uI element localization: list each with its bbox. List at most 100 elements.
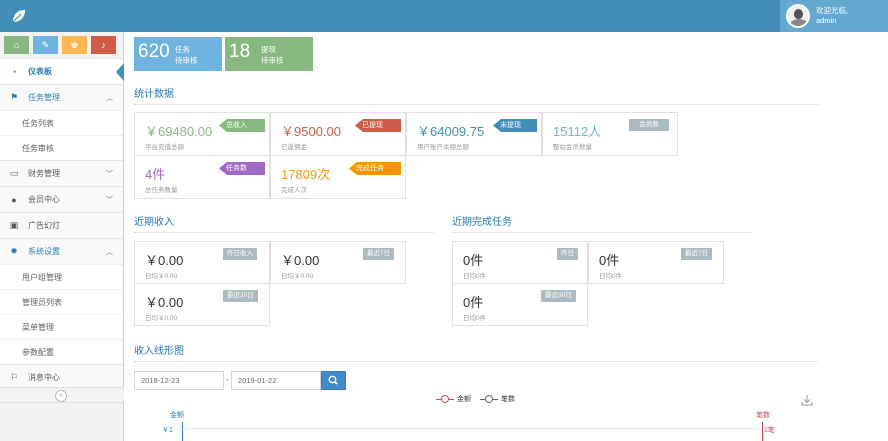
stat-ribbon: 已提现	[355, 119, 401, 132]
sidebar-item-label: 会员中心	[28, 195, 60, 204]
stat-ribbon: 任务数	[219, 162, 265, 175]
stat-value: 15112人	[553, 124, 602, 139]
search-button[interactable]	[321, 371, 346, 390]
sidebar-item-label: 财务管理	[28, 169, 60, 178]
sidebar-subitem-menu-management[interactable]: 菜单管理	[0, 314, 123, 339]
sidebar-item-label: 广告幻灯	[28, 221, 60, 230]
y-axis-right-line	[762, 422, 763, 441]
date-separator: -	[226, 375, 229, 384]
sidebar-subitem-user-groups[interactable]: 用户组管理	[0, 264, 123, 289]
pending-tasks-sublabel: 待审核	[175, 56, 198, 65]
sidebar: ⌂ ✎ ♚ ♪ ◔ 仪表板 ⚑ 任务管理 ︿ 任务列表 任务审核 ▭ 财务管理 …	[0, 32, 124, 441]
sidebar-item-ad-slides[interactable]: ▣ 广告幻灯	[0, 212, 123, 238]
stat-label: 完成人次	[281, 187, 307, 194]
bell-shortcut-button[interactable]: ♪	[91, 36, 116, 54]
sidebar-item-member-center[interactable]: ● 会员中心 ﹀	[0, 186, 123, 212]
avatar	[786, 4, 810, 28]
user-menu[interactable]: 欢迎光临, admin	[780, 0, 888, 32]
chart-legend-count[interactable]: 笔数	[480, 394, 515, 404]
download-icon[interactable]	[801, 394, 813, 406]
tasks-value: 0件	[463, 253, 484, 268]
sidebar-subitem-task-list[interactable]: 任务列表	[0, 110, 123, 135]
sidebar-subitem-parameters[interactable]: 参数配置	[0, 339, 123, 364]
date-from-input[interactable]: 2018-12-23	[134, 371, 224, 390]
dashboard-icon: ◔	[11, 66, 17, 77]
sidebar-subitem-task-review[interactable]: 任务审核	[0, 135, 123, 160]
date-to-input[interactable]: 2019-01-22	[231, 371, 321, 390]
double-chevron-left-icon[interactable]: «	[55, 390, 67, 402]
stat-badge: 会员数	[629, 119, 669, 131]
sidebar-item-label: 系统设置	[28, 247, 60, 256]
edit-shortcut-button[interactable]: ✎	[33, 36, 58, 54]
income-label: 日均￥0.00	[145, 273, 178, 280]
chart-gridline	[182, 428, 762, 429]
stat-ribbon: 完成任务	[349, 162, 401, 175]
tasks-card-yesterday: 0件 日均0件 昨日	[452, 241, 588, 284]
sidebar-item-task-management[interactable]: ⚑ 任务管理 ︿	[0, 84, 123, 110]
income-section-title: 近期收入	[134, 213, 434, 233]
income-value: ￥0.00	[145, 295, 184, 310]
tasks-badge: 最近7日	[681, 248, 713, 260]
stat-card-balance: ￥64009.75 用户账户余额总额 未提现	[406, 112, 542, 156]
home-shortcut-button[interactable]: ⌂	[4, 36, 29, 54]
flag-icon: ⚑	[9, 92, 19, 102]
sidebar-item-label: 参数配置	[22, 347, 54, 357]
sidebar-nav: ◔ 仪表板 ⚑ 任务管理 ︿ 任务列表 任务审核 ▭ 财务管理 ﹀ ● 会员中心…	[0, 58, 124, 390]
pending-withdrawals-sublabel: 待审核	[261, 56, 284, 65]
stat-ribbon: 未提现	[493, 119, 537, 132]
income-card-30days: ￥0.00 日均￥0.00 最近30日	[134, 283, 270, 326]
gear-icon: ✹	[10, 246, 18, 256]
tasks-section-title: 近期完成任务	[452, 213, 752, 233]
stat-value: ￥64009.75	[417, 124, 485, 139]
users-shortcut-button[interactable]: ♚	[62, 36, 87, 54]
stat-card-members: 15112人 整站会员数量 会员数	[542, 112, 678, 156]
pending-withdrawals-box[interactable]: 18 提现 待审核	[225, 37, 313, 71]
stat-card-task-count: 4件 总任务数量 任务数	[134, 155, 270, 199]
leaf-logo-icon[interactable]	[10, 7, 28, 25]
chevron-up-icon: ︿	[106, 249, 113, 256]
chart-section-title: 收入线形图	[134, 342, 818, 362]
y-axis-right-tick: 1笔	[764, 427, 775, 434]
pending-tasks-count: 620	[138, 41, 170, 62]
stat-value: ￥69480.00	[145, 124, 213, 139]
tasks-badge: 昨日	[557, 248, 578, 260]
sidebar-item-label: 消息中心	[28, 373, 60, 382]
bell-icon: ♪	[101, 40, 106, 50]
top-navbar: 欢迎光临, admin	[0, 0, 888, 32]
stats-section-title: 统计数据	[134, 85, 820, 105]
bookmark-icon: ⚐	[9, 372, 19, 382]
stat-value: 17809次	[281, 167, 331, 182]
group-icon: ♚	[70, 39, 79, 50]
chevron-down-icon: ﹀	[106, 197, 113, 204]
sidebar-item-finance[interactable]: ▭ 财务管理 ﹀	[0, 160, 123, 186]
sidebar-item-system-settings[interactable]: ✹ 系统设置 ︿	[0, 238, 123, 264]
username-text: admin	[816, 16, 837, 25]
stat-card-commission: ￥9500.00 已返佣金 已提现	[270, 112, 406, 156]
pending-withdrawals-count: 18	[229, 41, 251, 62]
stat-value: ￥9500.00	[281, 124, 341, 139]
pending-tasks-label: 任务	[175, 45, 190, 54]
legend-label: 笔数	[501, 396, 515, 403]
stat-label: 总任务数量	[145, 187, 178, 194]
desktop-icon: ▭	[9, 168, 19, 178]
sidebar-subitem-admin-list[interactable]: 管理员列表	[0, 289, 123, 314]
sidebar-item-label: 用户组管理	[22, 272, 62, 282]
y-axis-left-line	[182, 422, 183, 441]
tasks-badge: 最近30日	[541, 290, 576, 302]
y-axis-right-label: 笔数	[756, 412, 770, 419]
stat-card-total-income: ￥69480.00 平台充值总额 总收入	[134, 112, 270, 156]
income-card-7days: ￥0.00 日均￥0.00 最近7日	[270, 241, 406, 284]
pending-tasks-box[interactable]: 620 任务 待审核	[134, 37, 222, 71]
tasks-value: 0件	[599, 253, 620, 268]
legend-label: 金额	[457, 396, 471, 403]
income-badge: 最近7日	[363, 248, 395, 260]
pending-withdrawals-label: 提现	[261, 45, 276, 54]
income-value: ￥0.00	[145, 253, 184, 268]
sidebar-item-label: 任务审核	[22, 143, 54, 153]
income-label: 日均￥0.00	[281, 273, 314, 280]
welcome-text: 欢迎光临,	[816, 6, 849, 15]
sidebar-item-dashboard[interactable]: ◔ 仪表板	[0, 58, 124, 84]
chart-legend-amount[interactable]: 金额	[436, 394, 471, 404]
search-icon	[328, 375, 338, 385]
tasks-label: 日均0件	[463, 315, 487, 322]
